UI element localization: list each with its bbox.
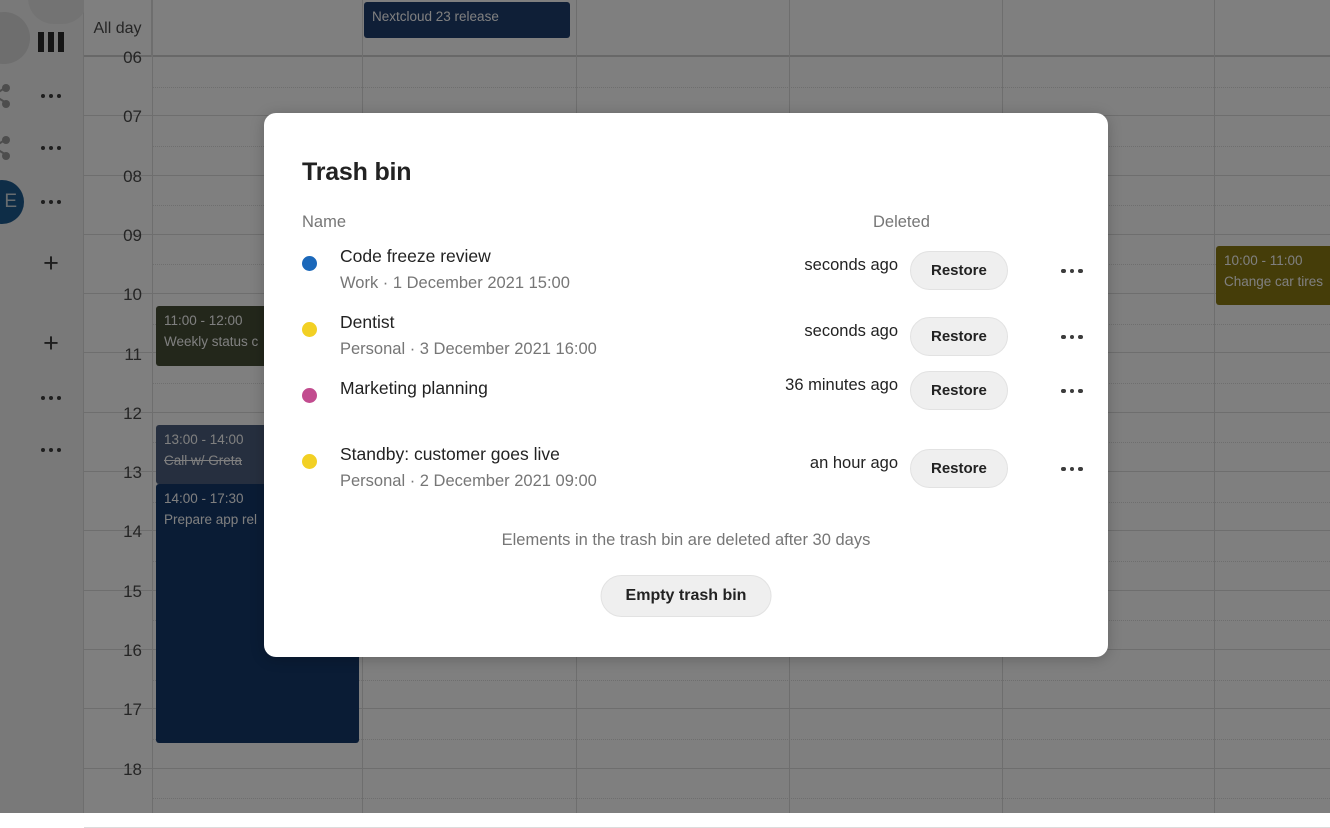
restore-button[interactable]: Restore [910, 371, 1008, 410]
column-header-name: Name [302, 213, 346, 232]
column-header-deleted: Deleted [873, 213, 930, 232]
item-text: Standby: customer goes livePersonal · 2 … [340, 440, 597, 494]
item-name: Standby: customer goes live [340, 440, 597, 468]
item-text: DentistPersonal · 3 December 2021 16:00 [340, 308, 597, 362]
item-subtitle: Personal · 3 December 2021 16:00 [340, 336, 597, 362]
restore-button[interactable]: Restore [910, 449, 1008, 488]
item-text: Code freeze reviewWork · 1 December 2021… [340, 242, 570, 296]
retention-note: Elements in the trash bin are deleted af… [264, 531, 1108, 550]
item-name: Marketing planning [340, 374, 488, 402]
item-subtitle: Work · 1 December 2021 15:00 [340, 270, 570, 296]
more-actions-icon[interactable] [1057, 381, 1087, 401]
trash-bin-dialog: Trash bin Name Deleted Code freeze revie… [264, 113, 1108, 657]
calendar-color-dot-icon [302, 388, 317, 403]
calendar-color-dot-icon [302, 256, 317, 271]
item-subtitle: Personal · 2 December 2021 09:00 [340, 468, 597, 494]
item-deleted-time: seconds ago [702, 322, 898, 341]
item-deleted-time: seconds ago [702, 256, 898, 275]
calendar-color-dot-icon [302, 322, 317, 337]
item-deleted-time: 36 minutes ago [702, 376, 898, 395]
item-name: Code freeze review [340, 242, 570, 270]
trash-list-item: DentistPersonal · 3 December 2021 16:00 s… [302, 308, 1070, 374]
trash-list-item: Marketing planning 36 minutes ago Restore [302, 374, 1070, 440]
restore-button[interactable]: Restore [910, 251, 1008, 290]
more-actions-icon[interactable] [1057, 327, 1087, 347]
item-text: Marketing planning [340, 374, 488, 402]
trash-list-item: Standby: customer goes livePersonal · 2 … [302, 440, 1070, 506]
empty-trash-bin-button[interactable]: Empty trash bin [601, 575, 772, 617]
more-actions-icon[interactable] [1057, 459, 1087, 479]
table-header: Name Deleted [302, 213, 1070, 235]
more-actions-icon[interactable] [1057, 261, 1087, 281]
calendar-color-dot-icon [302, 454, 317, 469]
trash-list-item: Code freeze reviewWork · 1 December 2021… [302, 242, 1070, 308]
trash-list: Code freeze reviewWork · 1 December 2021… [302, 242, 1070, 506]
item-deleted-time: an hour ago [702, 454, 898, 473]
item-name: Dentist [340, 308, 597, 336]
restore-button[interactable]: Restore [910, 317, 1008, 356]
dialog-title: Trash bin [302, 158, 411, 187]
